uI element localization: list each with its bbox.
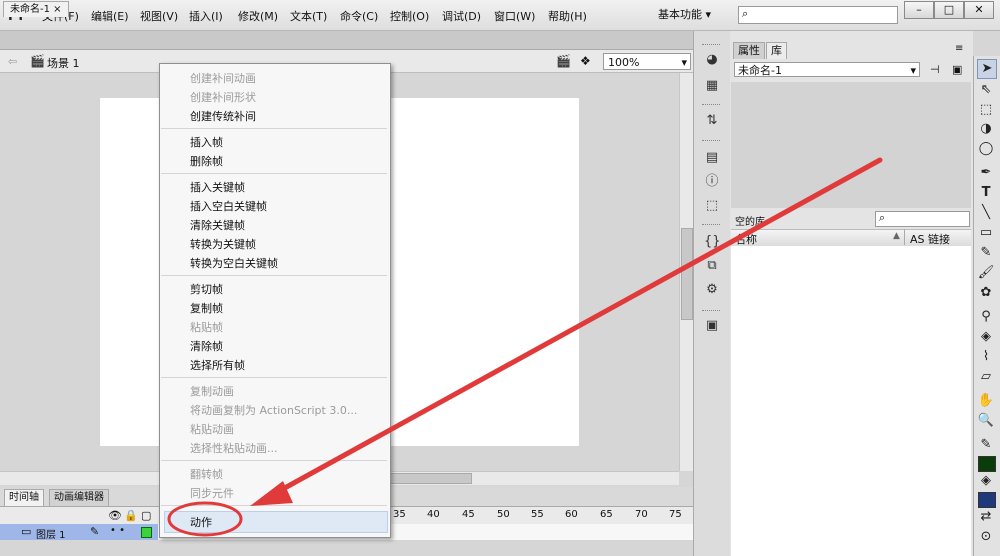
annotation-overlay — [167, 157, 883, 537]
annotation-circle — [167, 501, 243, 537]
annotation-arrow — [269, 157, 883, 498]
